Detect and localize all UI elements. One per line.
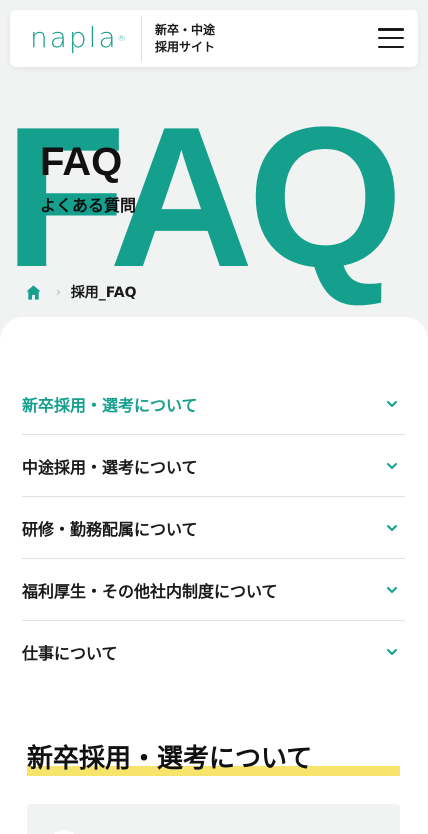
section-heading: 新卒採用・選考について — [27, 741, 400, 781]
faq-category-item[interactable]: 福利厚生・その他社内制度について — [22, 559, 405, 621]
home-icon[interactable] — [25, 284, 42, 301]
registered-mark: ® — [117, 34, 126, 43]
faq-question-card[interactable] — [27, 804, 400, 834]
site-name-line2: 採用サイト — [155, 40, 216, 54]
faq-category-label: 福利厚生・その他社内制度について — [22, 581, 278, 601]
napla-logo[interactable]: napla® — [30, 22, 130, 54]
content-panel: 新卒採用・選考について 中途採用・選考について 研修・勤務配属について 福利厚生… — [0, 317, 428, 834]
faq-category-list: 新卒採用・選考について 中途採用・選考について 研修・勤務配属について 福利厚生… — [22, 373, 405, 683]
hamburger-menu-icon[interactable] — [378, 28, 404, 48]
faq-category-item[interactable]: 中途採用・選考について — [22, 435, 405, 497]
section-title: 新卒採用・選考について — [27, 744, 313, 774]
page-title: FAQ — [40, 140, 123, 184]
faq-category-item[interactable]: 研修・勤務配属について — [22, 497, 405, 559]
site-name-line1: 新卒・中途 — [155, 23, 216, 37]
chevron-down-icon — [387, 524, 397, 531]
header-divider — [141, 16, 142, 61]
faq-category-label: 中途採用・選考について — [22, 457, 198, 477]
faq-category-label: 仕事について — [22, 644, 118, 663]
chevron-down-icon — [387, 400, 397, 407]
site-name[interactable]: 新卒・中途 採用サイト — [155, 22, 215, 56]
breadcrumb-current: 採用_FAQ — [70, 285, 137, 301]
faq-category-item[interactable]: 仕事について — [22, 621, 405, 683]
page-subtitle: よくある質問 — [40, 196, 137, 215]
faq-category-item[interactable]: 新卒採用・選考について — [22, 373, 405, 435]
site-header: napla® 新卒・中途 採用サイト — [10, 10, 418, 67]
faq-category-label: 研修・勤務配属について — [22, 519, 198, 539]
faq-category-label: 新卒採用・選考について — [22, 395, 198, 415]
chevron-down-icon — [387, 649, 397, 655]
breadcrumb: › 採用_FAQ — [25, 281, 137, 303]
breadcrumb-separator: › — [56, 285, 61, 299]
question-badge — [49, 830, 79, 834]
chevron-down-icon — [387, 586, 397, 593]
logo-text: napla — [30, 21, 118, 54]
chevron-down-icon — [387, 462, 397, 469]
